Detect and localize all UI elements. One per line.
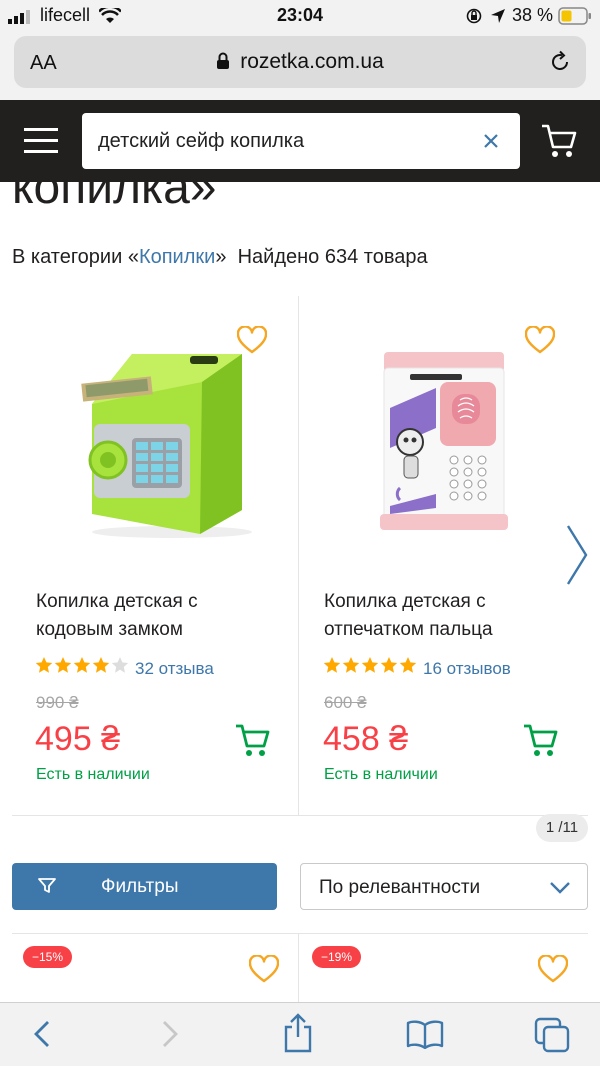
reload-icon[interactable] <box>548 50 572 74</box>
battery-icon <box>558 7 591 25</box>
stock-status: Есть в наличии <box>36 766 150 783</box>
carousel-pager: 1 /11 <box>536 814 588 842</box>
heart-icon[interactable] <box>249 955 279 983</box>
close-icon[interactable] <box>483 133 499 149</box>
reviews-link[interactable]: 32 отзыва <box>135 659 214 679</box>
rating-stars <box>35 657 129 673</box>
found-count: Найдено 634 товара <box>237 246 428 268</box>
lock-icon <box>217 52 230 69</box>
battery-percentage: 38 % <box>512 5 554 25</box>
sort-value: По релевантности <box>319 877 481 898</box>
heart-icon[interactable] <box>525 326 555 354</box>
price: 495 ₴ <box>35 720 121 758</box>
product-title-line1[interactable]: Копилка детская с <box>324 588 486 616</box>
search-box <box>82 113 520 169</box>
site-header <box>0 100 600 182</box>
old-price: 990 ₴ <box>36 693 79 712</box>
back-icon[interactable] <box>30 1019 52 1049</box>
reviews-link[interactable]: 16 отзывов <box>423 659 511 679</box>
filters-button[interactable]: Фильтры <box>12 863 277 910</box>
discount-badge: −19% <box>312 946 362 968</box>
location-icon <box>491 9 505 23</box>
old-price: 600 ₴ <box>324 693 367 712</box>
add-to-cart-icon[interactable] <box>234 722 270 758</box>
card-divider <box>298 933 299 1003</box>
sort-select[interactable]: По релевантности <box>300 863 588 910</box>
browser-toolbar <box>0 1002 600 1066</box>
status-bar: lifecell 23:04 38 % <box>0 0 600 32</box>
product-image[interactable] <box>72 342 262 542</box>
browser-address-area: AA rozetka.com.ua <box>0 32 600 100</box>
category-suffix: » <box>215 246 227 268</box>
category-prefix: В категории « <box>12 246 139 268</box>
add-to-cart-icon[interactable] <box>522 722 558 758</box>
url-text: rozetka.com.ua <box>240 50 384 73</box>
hamburger-icon[interactable] <box>24 125 58 157</box>
search-input[interactable] <box>98 113 468 169</box>
category-link[interactable]: Копилки <box>139 246 215 268</box>
product-title-line2[interactable]: кодовым замком <box>36 616 183 644</box>
chevron-right-icon[interactable] <box>564 522 590 588</box>
book-icon[interactable] <box>406 1019 444 1049</box>
forward-icon[interactable] <box>160 1019 182 1049</box>
orientation-lock-icon <box>466 8 482 24</box>
product-title-line1[interactable]: Копилка детская с <box>36 588 198 616</box>
address-bar[interactable]: AA rozetka.com.ua <box>14 36 586 88</box>
tabs-icon[interactable] <box>534 1017 570 1053</box>
category-summary: В категории «Копилки» Найдено 634 товара <box>12 246 428 269</box>
filters-label: Фильтры <box>101 876 179 897</box>
clock: 23:04 <box>276 5 324 25</box>
product-title-line2[interactable]: отпечатком пальца <box>324 616 493 644</box>
cart-icon[interactable] <box>540 122 578 160</box>
stock-status: Есть в наличии <box>324 766 438 783</box>
product-image[interactable] <box>376 348 510 534</box>
row-divider <box>12 815 588 816</box>
chevron-down-icon <box>550 882 570 894</box>
filter-icon <box>38 878 56 893</box>
share-icon[interactable] <box>282 1013 314 1053</box>
discount-badge: −15% <box>23 946 73 968</box>
rating-stars <box>323 657 417 673</box>
row-divider <box>12 933 588 934</box>
heart-icon[interactable] <box>538 955 568 983</box>
price: 458 ₴ <box>323 720 409 758</box>
url-field[interactable]: rozetka.com.ua <box>14 50 586 74</box>
